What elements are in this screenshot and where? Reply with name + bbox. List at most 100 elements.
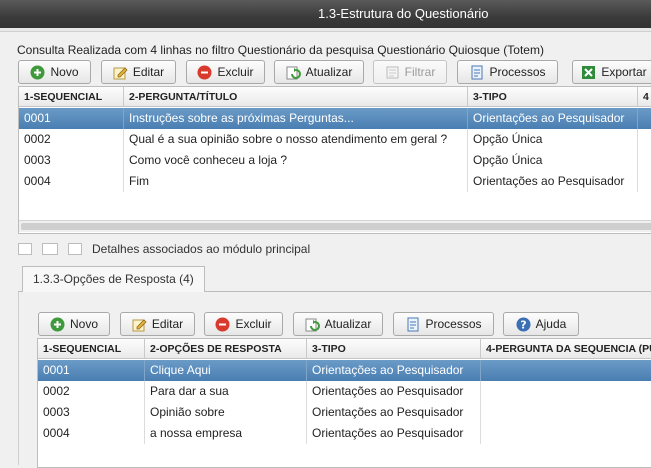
filter-icon — [385, 65, 400, 80]
details-splitter: Detalhes associados ao módulo principal — [0, 237, 651, 261]
cell-tipo: Opção Única — [468, 129, 638, 150]
cell-sequencial: 0003 — [19, 150, 124, 171]
details-label: Detalhes associados ao módulo principal — [92, 242, 311, 256]
detail-edit-button-label: Editar — [151, 317, 184, 331]
export-button-label: Exportar — [601, 65, 647, 79]
table-row[interactable]: 0002 Qual é a sua opinião sobre o nosso … — [19, 129, 651, 150]
new-button-label: Novo — [50, 65, 79, 79]
column-header[interactable]: 4 — [638, 87, 651, 107]
plus-icon — [30, 65, 45, 80]
excel-icon — [581, 65, 596, 80]
cell-sequencial: 0003 — [38, 402, 145, 423]
svg-text:?: ? — [520, 318, 526, 331]
scrollbar-thumb[interactable] — [21, 223, 651, 230]
column-header[interactable]: 4-PERGUNTA DA SEQUENCIA (PU — [481, 339, 651, 359]
filter-button[interactable]: Filtrar — [373, 60, 447, 84]
detail-processes-button-label: Processos — [425, 317, 482, 331]
detail-delete-button[interactable]: Excluir — [204, 312, 283, 336]
table-row[interactable]: 0001 Instruções sobre as próximas Pergun… — [19, 108, 651, 129]
table-row[interactable]: 0004 Fim Orientações ao Pesquisador — [19, 171, 651, 192]
detail-edit-button[interactable]: Editar — [120, 312, 195, 336]
minimize-icon[interactable] — [18, 243, 32, 255]
cell-tipo: Orientações ao Pesquisador — [307, 423, 481, 444]
cell-sequencial: 0004 — [19, 171, 124, 192]
maximize-icon[interactable] — [68, 243, 82, 255]
questions-grid[interactable]: 1-SEQUENCIAL 2-PERGUNTA/TÍTULO 3-TIPO 4 … — [18, 86, 651, 234]
table-row[interactable]: 0001 Clique Aqui Orientações ao Pesquisa… — [38, 360, 651, 381]
export-button[interactable]: Exportar — [572, 60, 651, 84]
answer-options-grid-header: 1-SEQUENCIAL 2-OPÇÕES DE RESPOSTA 3-TIPO… — [38, 339, 651, 359]
tab-opcoes-resposta[interactable]: 1.3.3-Opções de Resposta (4) — [22, 266, 205, 293]
cell-pergunta-sequencia — [481, 402, 651, 423]
detail-tabbar: 1.3.3-Opções de Resposta (4) — [18, 264, 651, 293]
plus-icon — [50, 317, 65, 332]
cell-pergunta-sequencia — [481, 423, 651, 444]
refresh-button[interactable]: Atualizar — [274, 60, 364, 84]
titlebar-divider — [0, 28, 651, 32]
column-header[interactable]: 3-TIPO — [307, 339, 481, 359]
refresh-icon — [286, 65, 301, 80]
cell-tipo: Orientações ao Pesquisador — [307, 402, 481, 423]
detail-new-button[interactable]: Novo — [38, 312, 110, 336]
cell-pergunta-sequencia — [481, 360, 651, 381]
query-status-text: Consulta Realizada com 4 linhas no filtr… — [17, 43, 544, 57]
help-icon: ? — [516, 317, 531, 332]
window-title: 1.3-Estrutura do Questionário — [318, 6, 489, 21]
window-titlebar: 1.3-Estrutura do Questionário — [0, 0, 651, 28]
cell-pergunta: Como você conheceu a loja ? — [124, 150, 468, 171]
cell-tipo: Orientações ao Pesquisador — [307, 381, 481, 402]
delete-button[interactable]: Excluir — [186, 60, 265, 84]
column-header[interactable]: 3-TIPO — [468, 87, 638, 107]
restore-icon[interactable] — [42, 243, 58, 255]
help-button-label: Ajuda — [535, 317, 567, 331]
detail-delete-button-label: Excluir — [235, 317, 272, 331]
new-button[interactable]: Novo — [18, 60, 91, 84]
processes-button-label: Processos — [489, 65, 546, 79]
detail-new-button-label: Novo — [69, 317, 98, 331]
table-row[interactable]: 0002 Para dar a sua Orientações ao Pesqu… — [38, 381, 651, 402]
document-icon — [469, 65, 484, 80]
help-button[interactable]: ? Ajuda — [503, 312, 579, 336]
horizontal-scrollbar[interactable] — [19, 220, 651, 232]
document-icon — [405, 317, 420, 332]
column-header[interactable]: 1-SEQUENCIAL — [19, 87, 124, 107]
cell-sequencial: 0001 — [38, 360, 145, 381]
cell-tipo: Opção Única — [468, 150, 638, 171]
cell-opcao: Para dar a sua — [145, 381, 307, 402]
detail-panel: Novo Editar Excluir Atualizar Processos … — [18, 292, 651, 468]
edit-button-label: Editar — [132, 65, 165, 79]
detail-processes-button[interactable]: Processos — [393, 312, 494, 336]
table-row[interactable]: 0003 Como você conheceu a loja ? Opção Ú… — [19, 150, 651, 171]
cell-pergunta-sequencia — [481, 381, 651, 402]
edit-icon — [132, 317, 147, 332]
cell-opcao: Clique Aqui — [145, 360, 307, 381]
detail-refresh-button-label: Atualizar — [324, 317, 372, 331]
cell-tipo: Orientações ao Pesquisador — [307, 360, 481, 381]
remove-icon — [215, 317, 230, 332]
cell-opcao: Opinião sobre — [145, 402, 307, 423]
cell-pergunta: Instruções sobre as próximas Perguntas..… — [124, 108, 468, 129]
table-row[interactable]: 0003 Opinião sobre Orientações ao Pesqui… — [38, 402, 651, 423]
processes-button[interactable]: Processos — [457, 60, 558, 84]
cell-sequencial: 0002 — [19, 129, 124, 150]
edit-button[interactable]: Editar — [101, 60, 176, 84]
refresh-button-label: Atualizar — [305, 65, 353, 79]
refresh-icon — [305, 317, 320, 332]
cell-tipo: Orientações ao Pesquisador — [468, 171, 638, 192]
cell-opcao: a nossa empresa — [145, 423, 307, 444]
cell-sequencial: 0001 — [19, 108, 124, 129]
cell-pergunta: Qual é a sua opinião sobre o nosso atend… — [124, 129, 468, 150]
column-header[interactable]: 2-OPÇÕES DE RESPOSTA — [145, 339, 307, 359]
table-row[interactable]: 0004 a nossa empresa Orientações ao Pesq… — [38, 423, 651, 444]
cell-sequencial: 0002 — [38, 381, 145, 402]
cell-sequencial: 0004 — [38, 423, 145, 444]
filter-button-label: Filtrar — [404, 65, 436, 79]
remove-icon — [197, 65, 212, 80]
delete-button-label: Excluir — [217, 65, 254, 79]
detail-refresh-button[interactable]: Atualizar — [293, 312, 383, 336]
cell-tipo: Orientações ao Pesquisador — [468, 108, 638, 129]
column-header[interactable]: 2-PERGUNTA/TÍTULO — [124, 87, 468, 107]
cell-pergunta: Fim — [124, 171, 468, 192]
column-header[interactable]: 1-SEQUENCIAL — [38, 339, 145, 359]
answer-options-grid[interactable]: 1-SEQUENCIAL 2-OPÇÕES DE RESPOSTA 3-TIPO… — [37, 338, 651, 468]
